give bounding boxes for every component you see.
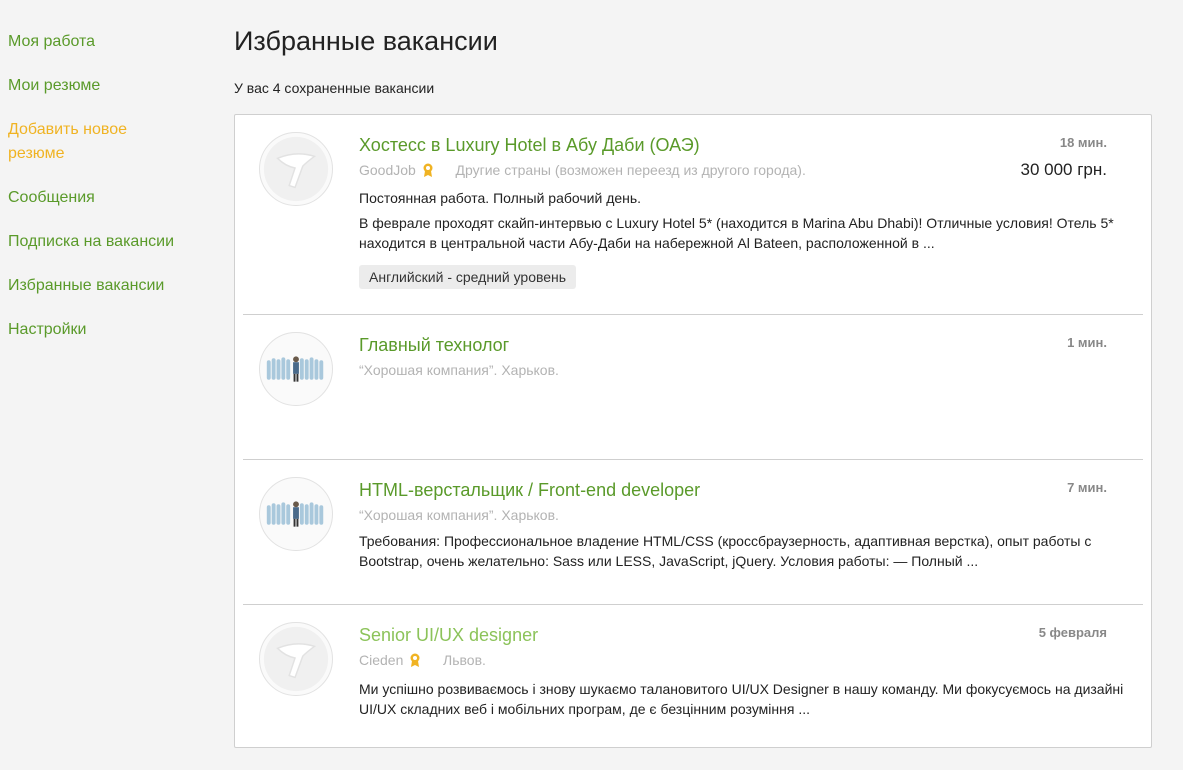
vacancy-description: В феврале проходят скайп-интервью с Luxu… — [359, 215, 1114, 251]
sidebar-item-favorites[interactable]: Избранные вакансии — [8, 274, 208, 298]
vacancy-location: Львов. — [443, 652, 486, 668]
sidebar-item-subscriptions[interactable]: Подписка на вакансии — [8, 230, 208, 254]
vacancy-description: Требования: Профессиональное владение HT… — [359, 533, 1092, 569]
sidebar-item-my-work[interactable]: Моя работа — [8, 30, 208, 54]
vacancy-time: 1 мин. — [1067, 335, 1107, 350]
sidebar-item-my-resumes[interactable]: Мои резюме — [8, 74, 208, 98]
vacancy-title[interactable]: Главный технолог — [359, 332, 509, 358]
sidebar: Моя работа Мои резюме Добавить новое рез… — [8, 30, 208, 362]
vacancy-location: Другие страны (возможен переезд из друго… — [455, 162, 806, 178]
medal-icon — [422, 162, 434, 184]
sidebar-item-messages[interactable]: Сообщения — [8, 186, 208, 210]
vacancy-company-line: Cieden Львов. — [359, 649, 1143, 674]
vacancy-title[interactable]: Хостесс в Luxury Hotel в Абу Даби (ОАЭ) — [359, 132, 700, 158]
vacancy-card[interactable]: HTML-верстальщик / Front-end developer “… — [243, 460, 1143, 605]
vacancy-title[interactable]: Senior UI/UX designer — [359, 622, 538, 648]
vacancy-company-line: “Хорошая компания”. Харьков. — [359, 362, 559, 378]
company-name[interactable]: Cieden — [359, 652, 403, 668]
vacancy-card[interactable]: Senior UI/UX designer Cieden Львов. 5 фе… — [243, 605, 1143, 747]
vacancy-time: 18 мин. — [1059, 135, 1107, 150]
crowd-logo-icon[interactable] — [259, 332, 333, 406]
vacancy-description: Ми успішно розвиваємось і знову шукаємо … — [359, 681, 1124, 717]
vacancy-title[interactable]: HTML-верстальщик / Front-end developer — [359, 477, 700, 503]
placeholder-logo-icon[interactable] — [259, 622, 333, 696]
vacancy-time: 7 мин. — [1067, 480, 1107, 495]
page-title: Избранные вакансии — [234, 26, 498, 56]
vacancy-tag: Английский - средний уровень — [359, 265, 577, 289]
vacancy-time: 5 февраля — [1038, 625, 1107, 640]
company-name[interactable]: GoodJob — [359, 162, 416, 178]
vacancy-card[interactable]: Хостесс в Luxury Hotel в Абу Даби (ОАЭ) … — [243, 115, 1143, 315]
vacancy-card[interactable]: Главный технолог “Хорошая компания”. Хар… — [243, 315, 1143, 460]
vacancy-salary: 30 000 грн. — [1020, 160, 1108, 179]
crowd-logo-icon[interactable] — [259, 477, 333, 551]
vacancy-company-line: “Хорошая компания”. Харьков. — [359, 507, 559, 523]
main-content: Избранные вакансии У вас 4 сохраненные в… — [234, 24, 1152, 748]
medal-icon — [409, 652, 421, 674]
sidebar-item-settings[interactable]: Настройки — [8, 318, 208, 342]
vacancy-employment: Постоянная работа. Полный рабочий день. — [359, 190, 642, 206]
sidebar-item-add-resume[interactable]: Добавить новое резюме — [8, 118, 138, 166]
saved-count: У вас 4 сохраненные вакансии — [234, 80, 435, 96]
placeholder-logo-icon[interactable] — [259, 132, 333, 206]
vacancy-list: Хостесс в Luxury Hotel в Абу Даби (ОАЭ) … — [234, 114, 1152, 748]
